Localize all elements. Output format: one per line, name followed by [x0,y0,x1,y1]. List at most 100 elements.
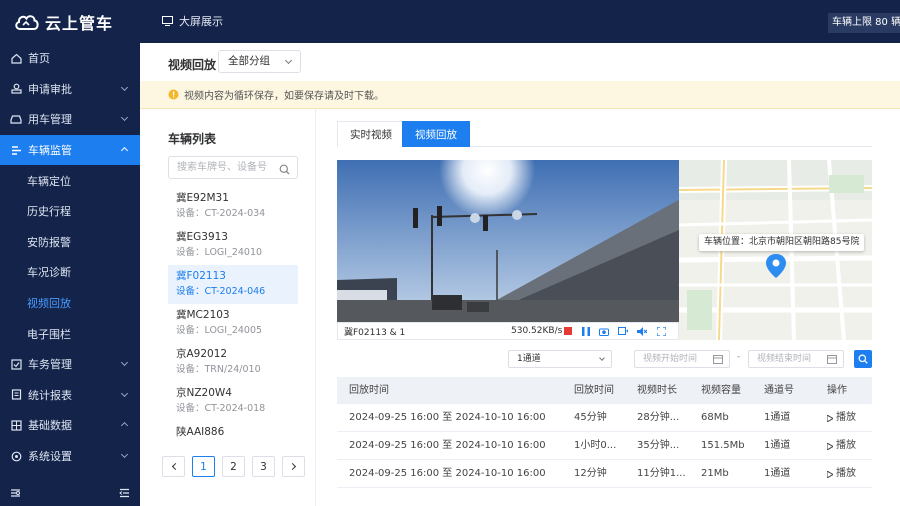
page-title: 视频回放 [168,58,217,72]
app-name: 云上管车 [45,14,114,33]
chevron-up-icon [120,422,129,430]
chevron-down-icon [120,83,129,91]
size-cell: 21Mb [701,468,729,479]
list-item[interactable]: 京NZ20W4 设备：CT-2024-018 [168,382,298,421]
table-row: 2024-09-25 16:00 至 2024-10-10 16:00 45分钟… [337,404,872,432]
vehicle-limit-notice: 车辆上限 80 辆， [828,13,900,33]
vehicle-plate: 冀MC2103 [176,309,230,321]
list-item[interactable]: 陕AAI886 [168,421,298,445]
play-button[interactable]: 播放 [827,404,856,432]
sidebar-item-home[interactable]: 首页 [0,43,140,74]
sidebar-item-basic-data[interactable]: 基础数据 [0,410,140,441]
vehicle-device: 设备：LOGI_24010 [176,247,263,258]
page-header: 视频回放 全部分组 [140,43,900,81]
next-page-button[interactable] [282,456,305,477]
data-icon [10,419,22,431]
big-screen-label: 大屏展示 [179,15,223,28]
vehicle-plate: 冀F02113 [176,270,226,282]
sidebar-item-settings[interactable]: 系统设置 [0,441,140,472]
mute-icon[interactable] [637,326,647,336]
video-player[interactable] [337,160,679,322]
play-button[interactable]: 播放 [827,432,856,460]
sidebar-item-affairs[interactable]: 车务管理 [0,349,140,380]
app-logo[interactable]: 云上管车 [14,10,113,34]
column-header: 操作 [827,385,847,396]
sidebar-subitem-video-playback[interactable]: 视频回放 [0,288,140,319]
video-control-bar: 冀F02113 & 1 530.52KB/s [337,322,679,340]
column-header: 回放时间 [349,385,389,396]
sidebar-item-vehicle-supervision[interactable]: 车辆监管 [0,134,140,166]
play-icon [827,470,833,478]
vehicle-plate: 京NZ20W4 [176,387,232,399]
channel-cell: 1通道 [764,440,791,451]
vehicle-device: 设备：LOGI_24005 [176,325,263,336]
end-time-input[interactable]: 视频结束时间 [748,350,844,368]
vehicle-plate: 陕AAI886 [176,426,225,438]
list-item[interactable]: 冀E92M31 设备：CT-2024-034 [168,187,298,226]
sidebar-subitem-alarm[interactable]: 安防报警 [0,227,140,258]
top-bar: 云上管车 大屏展示 车辆上限 80 辆， [0,0,900,43]
page-button[interactable]: 1 [192,456,215,477]
sidebar-item-label: 系统设置 [28,450,72,464]
start-time-input[interactable]: 视频开始时间 [634,350,730,368]
sidebar-subitem-diagnosis[interactable]: 车况诊断 [0,257,140,288]
sidebar-item-car-use[interactable]: 用车管理 [0,104,140,135]
warning-banner: 视频内容为循环保存，如要保存请及时下载。 [140,81,900,109]
column-header: 通道号 [764,385,794,396]
approval-icon [10,83,22,95]
duration-cell: 35分钟... [637,440,680,451]
sidebar-item-approval[interactable]: 申请审批 [0,74,140,105]
page-button[interactable]: 2 [222,456,245,477]
play-label: 播放 [836,440,856,451]
main-content: 车辆列表 搜索车牌号、设备号 冀E92M31 设备：CT-2024-034 冀EG… [140,109,900,506]
size-cell: 151.5Mb [701,440,745,451]
tab-video-playback[interactable]: 视频回放 [402,121,470,147]
record-icon[interactable] [618,326,628,336]
calendar-icon [827,355,837,364]
fullscreen-icon[interactable] [656,326,666,336]
date-separator: - [737,352,741,362]
search-icon[interactable] [279,164,290,175]
prev-page-button[interactable] [162,456,185,477]
info-icon [168,89,179,100]
sidebar-subitem-history[interactable]: 历史行程 [0,196,140,227]
car-icon [10,113,22,125]
map-view[interactable]: 车辆位置：北京市朝阳区朝阳路85号院 [679,160,872,340]
vehicle-device: 设备：CT-2024-046 [176,286,266,297]
tab-live-video[interactable]: 实时视频 [337,121,405,147]
big-screen-link[interactable]: 大屏展示 [162,13,223,29]
vehicle-plate: 京A92012 [176,348,228,360]
filter-settings-icon[interactable] [10,488,21,498]
play-button[interactable]: 播放 [827,460,856,488]
sidebar-item-reports[interactable]: 统计报表 [0,380,140,411]
camera-icon[interactable] [599,326,609,336]
list-item[interactable]: 冀F02113 设备：CT-2024-046 [168,265,298,304]
playback-table: 回放时间 回放时间 视频时长 视频容量 通道号 操作 2024-09-25 16… [337,377,872,488]
stop-icon[interactable] [563,326,573,336]
page-button[interactable]: 3 [252,456,275,477]
list-item[interactable]: 冀MC2103 设备：LOGI_24005 [168,304,298,343]
collapse-menu-icon[interactable] [119,488,130,498]
list-item[interactable]: 冀EG3913 设备：LOGI_24010 [168,226,298,265]
vehicle-search-input[interactable]: 搜索车牌号、设备号 [168,156,298,179]
channel-select[interactable]: 1通道 [508,350,612,368]
sidebar: 首页 申请审批 用车管理 车辆监管 车辆定位 历史行程 安防报警 车况诊断 视频… [0,43,140,506]
sidebar-item-label: 车辆监管 [28,144,72,158]
pause-icon[interactable] [581,326,591,336]
list-item[interactable]: 京A92012 设备：TRN/24/010 [168,343,298,382]
search-button[interactable] [854,350,872,368]
column-header: 回放时间 [574,385,614,396]
pagination: 1 2 3 [162,456,305,477]
sidebar-subitem-geofence[interactable]: 电子围栏 [0,318,140,349]
chevron-down-icon [120,114,129,122]
play-icon [827,414,833,422]
group-select[interactable]: 全部分组 [218,50,301,73]
channel-text: 冀F02113 & 1 [344,327,406,338]
vehicle-device: 设备：TRN/24/010 [176,364,261,375]
sidebar-subitem-location[interactable]: 车辆定位 [0,165,140,196]
chevron-left-icon [171,462,179,471]
task-icon [10,358,22,370]
play-label: 播放 [836,412,856,423]
home-icon [10,52,22,64]
channel-cell: 1通道 [764,412,791,423]
